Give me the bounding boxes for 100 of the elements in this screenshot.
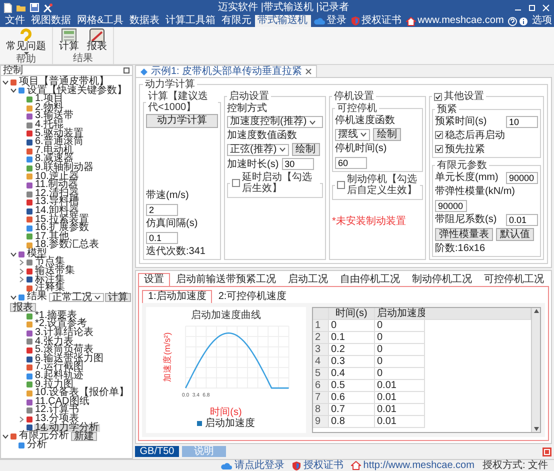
info-icon[interactable] [518,16,528,26]
checkbox[interactable] [435,131,443,139]
text-field[interactable]: 30 [282,158,314,170]
tree-item[interactable]: 7.运行截图 [34,363,84,372]
tree-item[interactable]: 模型 [26,250,48,258]
standard-button[interactable]: GB/T50 [135,446,179,457]
table-cell[interactable]: 0.6 [329,392,375,404]
text-field[interactable]: 90000 [506,172,538,184]
tree-item[interactable]: 14.卸料器 [34,206,80,216]
tree-item[interactable]: 分析 [26,441,48,450]
text-field[interactable]: 2 [146,204,178,216]
tree-item[interactable]: 9.联轴制动器 [34,164,94,173]
chevron-down-icon[interactable] [10,252,17,257]
tab[interactable]: 启动工况 [282,272,334,286]
table-cell[interactable]: 0.01 [375,404,425,416]
table-cell[interactable]: 0.3 [329,356,375,368]
scroll-down-icon[interactable] [532,426,540,432]
menu-tab[interactable]: 数据表 [126,15,163,27]
header-link[interactable]: 登录 [310,15,349,27]
calculate-button[interactable]: 计算 [57,28,81,54]
table-cell[interactable]: 0.01 [375,392,425,404]
checkbox[interactable] [435,145,443,153]
menu-tab[interactable]: 计算工具箱 [162,15,219,27]
document-tab[interactable]: 示例1: 皮带机头部单传动垂直拉紧 [135,65,318,77]
table-cell[interactable]: 0 [375,356,425,368]
scrollbar[interactable] [531,308,540,432]
help-icon[interactable] [508,16,517,26]
table-cell[interactable]: 0 [375,320,425,332]
header-link[interactable]: 授权证书 [348,15,404,27]
tree-item[interactable]: 8.减速器 [34,155,74,164]
header-link[interactable]: www.meshcae.com [404,15,506,27]
table-cell[interactable]: 0.7 [329,404,375,416]
dropdown[interactable]: 摆线 [335,128,370,140]
report-button[interactable]: 报表 [85,28,109,54]
tree-item[interactable]: 8.起料轨迹 [34,372,84,381]
calculate-button[interactable]: 动力学计算 [146,114,218,128]
checkbox-label[interactable]: 延时启动【勾选后生效】 [242,172,318,194]
tree-item[interactable]: 2.物料 [34,104,64,112]
options-menu[interactable]: 选项 [530,15,554,27]
chevron-right-icon[interactable] [19,416,24,423]
tree-item[interactable]: 16.扩展参数 [34,224,90,233]
text-field[interactable]: 0.1 [146,232,178,244]
settings-button[interactable]: 弹性模量表 [435,228,493,240]
tree-item[interactable]: 11.制动器 [34,181,80,190]
tab[interactable]: 可控停机工况 [478,272,550,286]
tree-item[interactable]: 12.计算书 [34,406,80,415]
dropdown[interactable]: 正弦(推荐) [227,144,289,156]
draw-button[interactable]: 绘制 [292,143,320,156]
help-button[interactable]: 常见问题 [4,28,48,55]
tab[interactable]: 制动停机工况 [406,272,478,286]
tab[interactable]: 启动前输送带预紧工况 [170,272,282,286]
checkbox[interactable] [434,92,442,100]
chevron-down-icon[interactable] [2,80,9,85]
tree-action-button[interactable]: 报表 [10,302,36,312]
settings-button[interactable]: 默认值 [496,228,534,240]
tree-item[interactable]: 13.导料槽 [34,198,80,207]
checkbox-label[interactable]: 稳态后再启动 [445,130,505,140]
table-cell[interactable]: 0.1 [329,332,375,344]
table-cell[interactable]: 0.01 [375,416,425,428]
table-cell[interactable]: 0 [375,368,425,380]
status-link[interactable]: http://www.meshcae.com [351,460,474,471]
dropdown[interactable]: 正常工况 [49,292,104,302]
tree-item[interactable]: *1.摘要表 [34,312,78,320]
status-link[interactable]: 授权证书 [292,460,344,471]
text-field[interactable]: 90000 [435,200,467,212]
tree-item[interactable]: 17.其他 [34,232,70,242]
tree-item[interactable]: 4.托辊 [34,120,64,130]
table-cell[interactable]: 0.01 [375,380,425,392]
tree-item[interactable]: 7.电动机 [34,146,74,156]
chevron-down-icon[interactable] [10,88,17,94]
checkbox[interactable] [337,181,345,189]
menu-tab[interactable]: 带式输送机 [254,15,311,27]
table-cell[interactable]: 0 [329,320,375,332]
text-field[interactable]: 0.01 [506,214,538,226]
tree-item[interactable]: 标注集 [34,276,66,284]
table-cell[interactable]: 0.5 [329,380,375,392]
chevron-right-icon[interactable] [19,276,24,284]
tab[interactable]: 2:可控停机速度 [212,290,293,302]
tab[interactable]: 设置 [138,272,170,286]
menu-tab[interactable]: 网格&工具 [74,15,127,27]
text-field[interactable]: 10 [506,116,538,128]
tab[interactable]: 1:启动加速度 [142,290,212,302]
tree-action-button[interactable]: 计算 [105,292,131,302]
text-field[interactable]: 60 [335,157,367,169]
close-icon[interactable] [305,68,312,75]
tree-item[interactable]: 5.驱动装置 [34,130,84,138]
table-cell[interactable]: 0.8 [329,416,375,428]
pin-icon[interactable] [123,67,130,74]
chevron-right-icon[interactable] [19,268,24,275]
tree-action-button[interactable]: 新建 [71,432,97,442]
table-cell[interactable]: 0 [375,332,425,344]
menu-tab[interactable]: 有限元 [218,15,255,27]
tree-item[interactable]: 13.分项表 [34,414,80,424]
tree-item[interactable]: 6.输送带张力图 [34,354,104,364]
checkbox-label[interactable]: 制动停机【勾选后自定义生效】 [347,174,418,196]
checkbox-label[interactable]: 预先拉紧 [445,144,485,154]
menu-tab[interactable]: 文件 [2,15,28,27]
chevron-down-icon[interactable] [2,434,9,440]
tree-item[interactable]: 3.计算结论表 [34,329,94,338]
table-cell[interactable]: 0.2 [329,344,375,356]
